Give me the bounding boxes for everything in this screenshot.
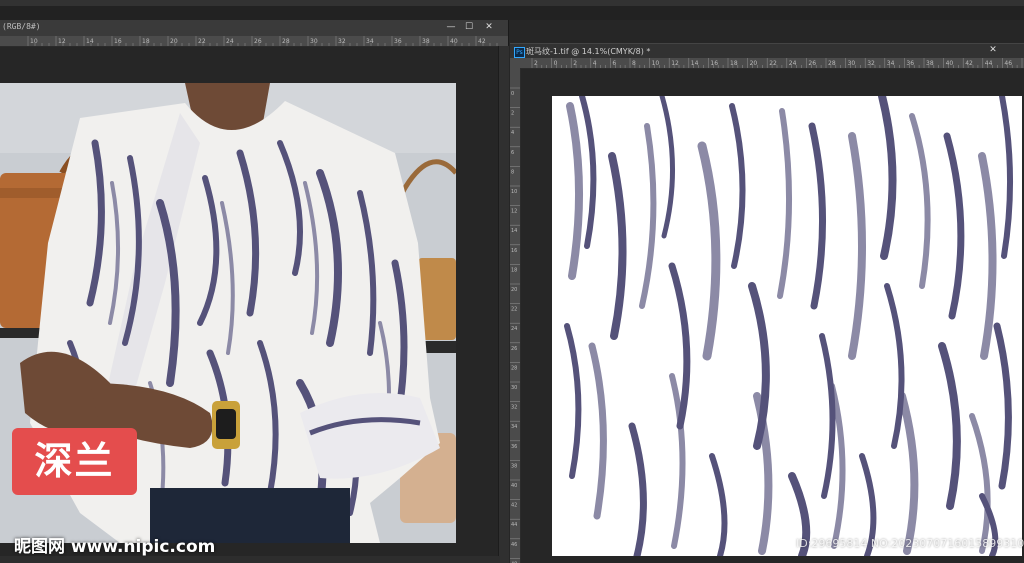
options-bar xyxy=(0,6,1024,20)
ruler-label: 10 xyxy=(30,38,38,45)
ruler-label: 20 xyxy=(170,38,178,45)
ruler-label: 0 xyxy=(554,60,558,67)
ruler-label: 44 xyxy=(511,522,517,528)
ruler-label: 22 xyxy=(198,38,206,45)
ruler-label: 10 xyxy=(511,189,517,195)
close-button[interactable]: ✕ xyxy=(986,44,1000,57)
ruler-label: 42 xyxy=(511,503,517,509)
zebra-pattern-canvas[interactable] xyxy=(552,96,1022,556)
ruler-label: 30 xyxy=(848,60,856,67)
ruler-label: 10 xyxy=(652,60,660,67)
ruler-label: 32 xyxy=(867,60,875,67)
document-title: (RGB/8#) xyxy=(2,22,41,31)
ruler-label: 24 xyxy=(226,38,234,45)
ruler-label: 12 xyxy=(671,60,679,67)
ruler-label: 18 xyxy=(730,60,738,67)
ruler-label: 46 xyxy=(511,542,517,548)
ruler-label: 2 xyxy=(511,111,514,117)
horizontal-ruler[interactable]: 2 0 2 4 6 8 10 12 14 16 18 20 22 24 26 28 30 32 34 36 38 40 42… xyxy=(510,58,1024,69)
ruler-label: 24 xyxy=(789,60,797,67)
ruler-label: 22 xyxy=(511,307,517,313)
ruler-label: 12 xyxy=(58,38,66,45)
ruler-label: 34 xyxy=(511,424,517,430)
status-bar xyxy=(0,556,500,563)
ruler-label: 14 xyxy=(511,228,517,234)
ruler-label: 28 xyxy=(511,365,517,371)
ruler-ticks: 10 12 14 16 18 20 22 24 26 28 30 32 34 36 38 40 42 xyxy=(27,36,498,46)
nipic-watermark: 昵图网 www.nipic.com xyxy=(14,537,216,557)
vertical-scrollbar[interactable] xyxy=(498,46,509,563)
ruler-label: 26 xyxy=(808,60,816,67)
ruler-label: 32 xyxy=(338,38,346,45)
ruler-label: 16 xyxy=(511,248,517,254)
ruler-label: 6 xyxy=(511,150,514,156)
ruler-label: 30 xyxy=(310,38,318,45)
ruler-label: 8 xyxy=(511,169,514,175)
ruler-label: 16 xyxy=(710,60,718,67)
ruler-label: 6 xyxy=(612,60,616,67)
ruler-label: 2 xyxy=(573,60,577,67)
ruler-label: 40 xyxy=(511,483,517,489)
ruler-label: 0 xyxy=(511,91,514,97)
ruler-label: 42 xyxy=(965,60,973,67)
ruler-label: 20 xyxy=(511,287,517,293)
document-window-pattern[interactable]: Ps 斑马纹-1.tif @ 14.1%(CMYK/8) * ✕ 2024681… xyxy=(510,43,1024,563)
ruler-label: 34 xyxy=(366,38,374,45)
brand-badge: 深兰 xyxy=(12,428,137,495)
ruler-label: 44 xyxy=(985,60,993,67)
ruler-label: 8 xyxy=(632,60,636,67)
ruler-label: 28 xyxy=(828,60,836,67)
ruler-label: 24 xyxy=(511,326,517,332)
ruler-label: 20 xyxy=(750,60,758,67)
ruler-label: 38 xyxy=(511,463,517,469)
maximize-button[interactable]: ☐ xyxy=(462,21,476,34)
ruler-label: 36 xyxy=(511,444,517,450)
ruler-label: 32 xyxy=(511,405,517,411)
horizontal-ruler[interactable]: 10 12 14 16 18 20 22 24 26 28 30 32 34 36 38 40 42 xyxy=(0,36,508,47)
ruler-ticks: 0246810121416182022242628303234363840424… xyxy=(510,87,520,563)
image-id-watermark: ID:29695814 NO:20230707160158993100 xyxy=(796,537,1024,550)
ruler-label: 36 xyxy=(906,60,914,67)
ruler-label: 18 xyxy=(511,267,517,273)
ruler-label: 22 xyxy=(769,60,777,67)
ruler-label: 28 xyxy=(282,38,290,45)
ruler-label: 12 xyxy=(511,209,517,215)
ruler-ticks: 2 0 2 4 6 8 10 12 14 16 18 20 22 24 26 28 30 32 34 36 38 40 42… xyxy=(531,58,1023,68)
ruler-label: 16 xyxy=(114,38,122,45)
ruler-label: 2 xyxy=(534,60,538,67)
ruler-label: 34 xyxy=(887,60,895,67)
document-tab[interactable]: Ps 斑马纹-1.tif @ 14.1%(CMYK/8) * ✕ xyxy=(510,43,1024,59)
ruler-label: 38 xyxy=(926,60,934,67)
ruler-label: 38 xyxy=(422,38,430,45)
document-title-bar[interactable]: (RGB/8#) — ☐ ✕ xyxy=(0,20,508,36)
ruler-label: 26 xyxy=(511,346,517,352)
ruler-label: 42 xyxy=(478,38,486,45)
brand-badge-text: 深兰 xyxy=(34,439,115,483)
vertical-ruler[interactable]: 0 2 4 6 8 10 12 14 16 18 20 22 24 26 28 30 32 34 36 38 40 42 4… xyxy=(510,68,521,563)
minimize-button[interactable]: — xyxy=(444,21,458,34)
ruler-label: 26 xyxy=(254,38,262,45)
ruler-label: 40 xyxy=(946,60,954,67)
photoshop-file-icon: Ps xyxy=(514,47,525,58)
ruler-label: 14 xyxy=(691,60,699,67)
document-title: 斑马纹-1.tif @ 14.1%(CMYK/8) * xyxy=(526,47,651,56)
close-button[interactable]: ✕ xyxy=(482,21,496,34)
ruler-label: 4 xyxy=(511,130,514,136)
ruler-label: 40 xyxy=(450,38,458,45)
ruler-label: 14 xyxy=(86,38,94,45)
ruler-label: 30 xyxy=(511,385,517,391)
ruler-label: 4 xyxy=(593,60,597,67)
ruler-label: 18 xyxy=(142,38,150,45)
ruler-label: 36 xyxy=(394,38,402,45)
ruler-label: 46 xyxy=(1004,60,1012,67)
